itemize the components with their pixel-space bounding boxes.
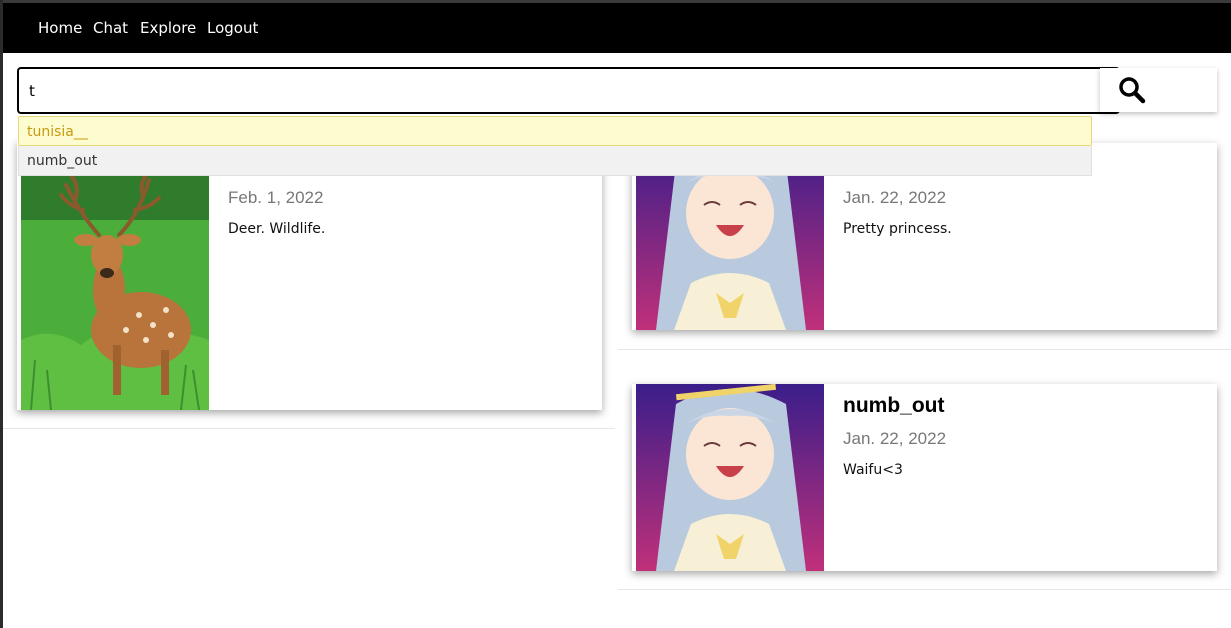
navbar: Home Chat Explore Logout	[0, 3, 1231, 53]
post-text: Deer. Wildlife.	[228, 221, 326, 237]
search-suggestions: tunisia__ numb_out	[18, 116, 1092, 176]
nav-chat-link[interactable]: Chat	[93, 19, 128, 37]
window-frame-left	[0, 0, 3, 628]
post-text: Waifu<3	[843, 462, 903, 478]
nav-explore-link[interactable]: Explore	[140, 19, 196, 37]
post-image	[21, 140, 209, 410]
post-divider	[618, 349, 1231, 350]
post-date: Jan. 22, 2022	[843, 188, 947, 207]
suggestion-item[interactable]: tunisia__	[18, 116, 1092, 146]
window-frame-top	[0, 0, 1231, 3]
search-input[interactable]	[17, 67, 1120, 114]
post-card[interactable]: Feb. 1, 2022 Deer. Wildlife.	[17, 140, 602, 410]
post-text: Pretty princess.	[843, 221, 952, 237]
nav-logout-link[interactable]: Logout	[207, 19, 258, 37]
nav-home-link[interactable]: Home	[38, 19, 82, 37]
search-icon	[1119, 77, 1146, 104]
post-card[interactable]: numb_out Jan. 22, 2022 Waifu<3	[632, 384, 1217, 571]
post-date: Feb. 1, 2022	[228, 188, 324, 207]
post-divider	[3, 428, 615, 429]
post-date: Jan. 22, 2022	[843, 429, 947, 448]
post-image	[636, 384, 824, 571]
search-button[interactable]	[1100, 68, 1217, 112]
post-author[interactable]: numb_out	[843, 394, 944, 418]
post-divider	[618, 589, 1231, 590]
suggestion-item[interactable]: numb_out	[18, 146, 1092, 176]
